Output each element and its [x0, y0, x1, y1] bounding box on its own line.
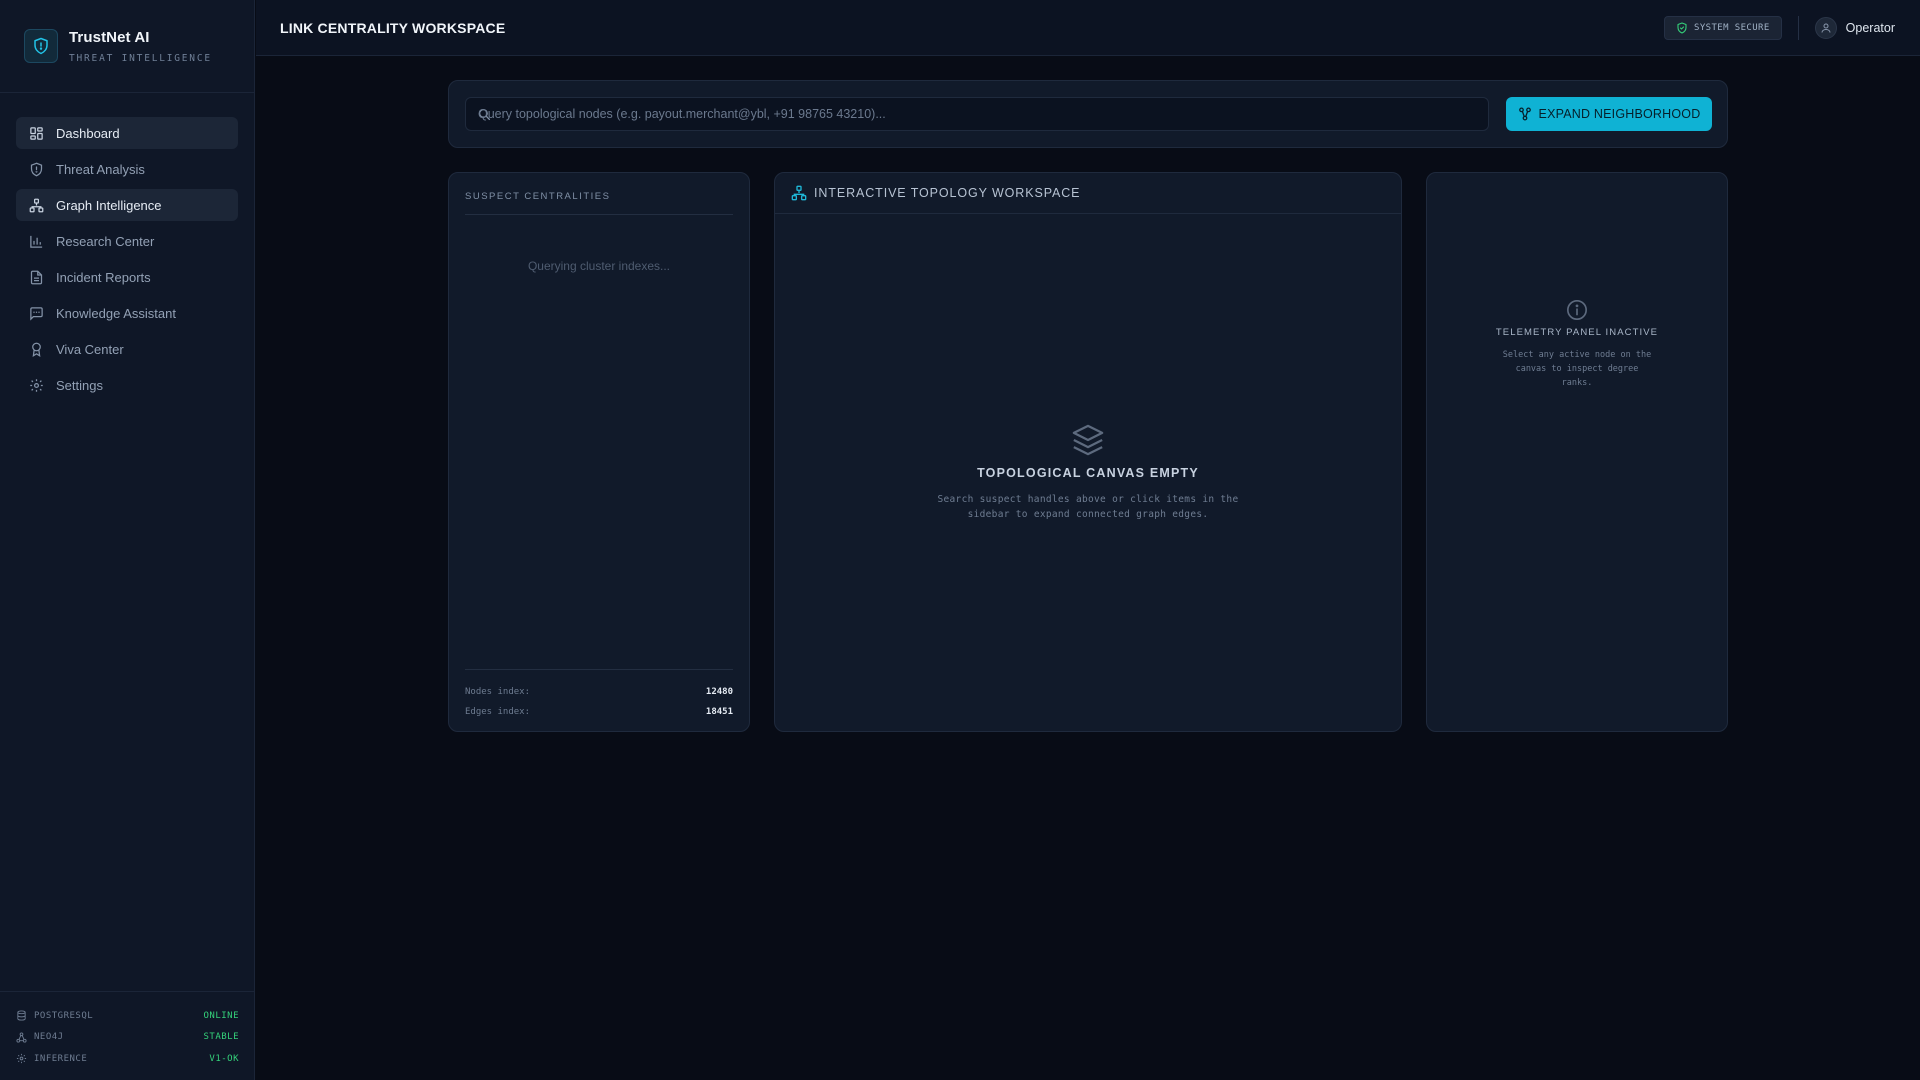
empty-state-description: Search suspect handles above or click it…	[937, 494, 1239, 520]
sidebar-item-label: Viva Center	[56, 341, 124, 357]
page-title: LINK CENTRALITY WORKSPACE	[280, 19, 506, 36]
layers-icon	[775, 423, 1401, 457]
status-name: INFERENCE	[34, 1053, 88, 1064]
gear-icon	[28, 377, 44, 393]
brand: TrustNet AI THREAT INTELLIGENCE	[0, 0, 254, 93]
sidebar-item-settings[interactable]: Settings	[16, 369, 238, 401]
status-name: NEO4J	[34, 1032, 64, 1043]
brand-name: TrustNet AI	[69, 28, 150, 46]
telemetry-panel: TELEMETRY PANEL INACTIVE Select any acti…	[1426, 172, 1728, 732]
edges-index-row: Edges index: 18451	[465, 702, 733, 722]
status-row-postgresql: POSTGRESQL ONLINE	[16, 1005, 239, 1027]
telemetry-empty-state: TELEMETRY PANEL INACTIVE Select any acti…	[1427, 299, 1727, 390]
edges-index-label: Edges index:	[465, 707, 531, 717]
status-name: POSTGRESQL	[34, 1010, 94, 1021]
top-header: LINK CENTRALITY WORKSPACE SYSTEM SECURE …	[256, 0, 1920, 56]
graph-icon	[16, 1031, 28, 1043]
panel-title: SUSPECT CENTRALITIES	[465, 191, 733, 215]
brand-subtitle: THREAT INTELLIGENCE	[69, 52, 212, 64]
empty-canvas-state: TOPOLOGICAL CANVAS EMPTY Search suspect …	[775, 423, 1401, 522]
sidebar-item-graph-intelligence[interactable]: Graph Intelligence	[16, 189, 238, 221]
grid-icon	[28, 125, 44, 141]
loading-text: Querying cluster indexes...	[527, 259, 671, 273]
sidebar-item-label: Dashboard	[56, 125, 120, 141]
sidebar-item-knowledge-assistant[interactable]: Knowledge Assistant	[16, 297, 238, 329]
search-card: EXPAND NEIGHBORHOOD	[448, 80, 1728, 148]
shield-check-icon	[1676, 21, 1688, 34]
sidebar-item-label: Research Center	[56, 233, 155, 249]
sidebar-item-label: Graph Intelligence	[56, 197, 162, 213]
status-value: ONLINE	[203, 1010, 239, 1021]
sidebar-item-viva-center[interactable]: Viva Center	[16, 333, 238, 365]
index-stats: Nodes index: 12480 Edges index: 18451	[465, 669, 733, 722]
status-badge-label: SYSTEM SECURE	[1694, 22, 1770, 33]
search-input[interactable]	[466, 98, 1488, 130]
sidebar: TrustNet AI THREAT INTELLIGENCE Dashboar…	[0, 0, 255, 1080]
document-icon	[28, 269, 44, 285]
header-divider	[1797, 15, 1799, 40]
nodes-index-row: Nodes index: 12480	[465, 682, 733, 702]
network-icon	[791, 185, 807, 201]
panel-title: INTERACTIVE TOPOLOGY WORKSPACE	[814, 186, 1081, 200]
telemetry-description: Select any active node on the canvas to …	[1502, 350, 1652, 388]
edges-index-value: 18451	[705, 707, 733, 717]
sidebar-item-label: Threat Analysis	[56, 161, 145, 177]
share-nodes-icon	[1518, 107, 1532, 121]
user-icon	[1814, 16, 1837, 39]
status-row-inference: INFERENCE V1-OK	[16, 1048, 239, 1070]
suspect-centralities-panel: SUSPECT CENTRALITIES Querying cluster in…	[448, 172, 750, 732]
sidebar-item-label: Settings	[56, 377, 103, 393]
database-icon	[16, 1010, 28, 1022]
panel-header: INTERACTIVE TOPOLOGY WORKSPACE	[775, 173, 1401, 214]
sidebar-item-label: Incident Reports	[56, 269, 151, 285]
empty-state-title: TOPOLOGICAL CANVAS EMPTY	[977, 466, 1199, 480]
sidebar-item-label: Knowledge Assistant	[56, 305, 176, 321]
award-icon	[28, 341, 44, 357]
network-icon	[28, 197, 44, 213]
expand-neighborhood-button[interactable]: EXPAND NEIGHBORHOOD	[1506, 97, 1712, 131]
sidebar-nav: Dashboard Threat Analysis Graph Intellig…	[0, 93, 254, 401]
sidebar-item-incident-reports[interactable]: Incident Reports	[16, 261, 238, 293]
nodes-index-value: 12480	[705, 687, 733, 697]
sidebar-item-research-center[interactable]: Research Center	[16, 225, 238, 257]
status-badge: SYSTEM SECURE	[1664, 15, 1782, 40]
sidebar-item-dashboard[interactable]: Dashboard	[16, 117, 238, 149]
chat-icon	[28, 305, 44, 321]
service-status: POSTGRESQL ONLINE NEO4J STABLE INFERENCE…	[0, 991, 255, 1080]
cpu-icon	[16, 1053, 28, 1065]
nodes-index-label: Nodes index:	[465, 687, 531, 697]
expand-button-label: EXPAND NEIGHBORHOOD	[1538, 107, 1701, 121]
topology-workspace-panel: INTERACTIVE TOPOLOGY WORKSPACE TOPOLOGIC…	[774, 172, 1402, 732]
user-name: Operator	[1845, 20, 1895, 35]
status-value: STABLE	[203, 1032, 239, 1043]
shield-icon	[28, 161, 44, 177]
user-menu[interactable]: Operator	[1814, 16, 1895, 39]
status-row-neo4j: NEO4J STABLE	[16, 1027, 239, 1049]
shield-logo-icon	[24, 29, 58, 63]
sidebar-item-threat-analysis[interactable]: Threat Analysis	[16, 153, 238, 185]
search-box	[465, 97, 1489, 131]
status-value: V1-OK	[209, 1053, 239, 1064]
telemetry-title: TELEMETRY PANEL INACTIVE	[1495, 327, 1659, 338]
bar-chart-icon	[28, 233, 44, 249]
info-icon	[1427, 299, 1727, 321]
